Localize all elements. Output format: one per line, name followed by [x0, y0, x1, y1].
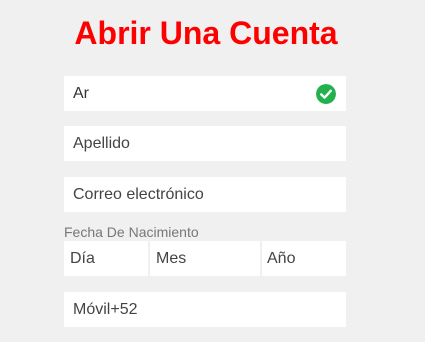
- email-field[interactable]: [64, 177, 346, 212]
- country-code: +52: [110, 300, 138, 318]
- email-input[interactable]: [64, 177, 346, 212]
- birthdate-selects: Día Mes Año: [64, 241, 346, 276]
- year-select[interactable]: Año: [262, 241, 346, 276]
- first-name-field[interactable]: [64, 76, 346, 111]
- day-select[interactable]: Día: [64, 241, 148, 276]
- month-select[interactable]: Mes: [150, 241, 260, 276]
- mobile-input[interactable]: [137, 291, 353, 328]
- valid-check-icon: [316, 84, 336, 104]
- last-name-field[interactable]: [64, 126, 346, 161]
- birthdate-label: Fecha De Nacimiento: [64, 224, 199, 240]
- mobile-label: Móvil: [73, 300, 111, 318]
- first-name-input[interactable]: [64, 76, 346, 111]
- last-name-input[interactable]: [64, 126, 346, 161]
- mobile-field[interactable]: Móvil +52: [64, 291, 353, 328]
- form-title: Abrir Una Cuenta: [74, 15, 338, 51]
